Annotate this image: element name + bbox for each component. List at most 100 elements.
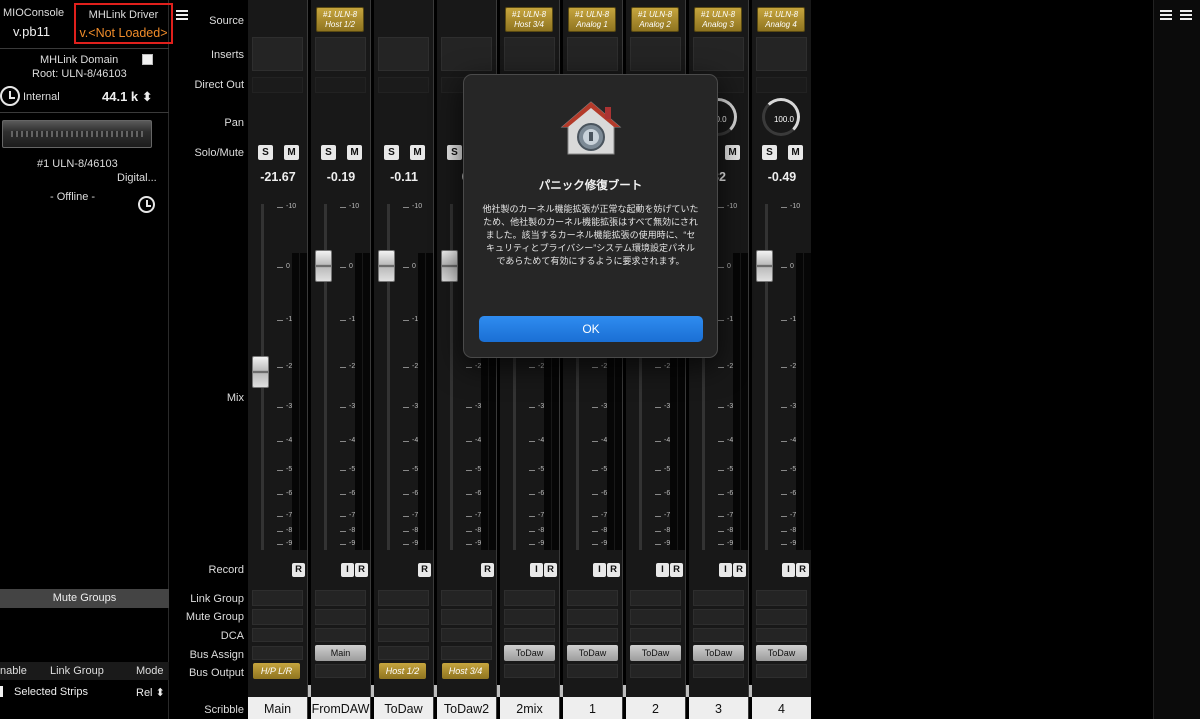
input-monitor-button[interactable]: I: [530, 563, 543, 577]
input-monitor-button[interactable]: I: [593, 563, 606, 577]
solo-button[interactable]: S: [258, 145, 273, 160]
record-button[interactable]: R: [607, 563, 620, 577]
fader-handle[interactable]: [315, 250, 332, 282]
scribble-strip[interactable]: 1: [563, 697, 622, 719]
inserts-slot[interactable]: [504, 37, 555, 71]
record-button[interactable]: R: [670, 563, 683, 577]
bus-output-slot[interactable]: [567, 664, 618, 678]
source-button[interactable]: #1 ULN-8 Host 3/4: [505, 7, 553, 32]
mute-group-slot[interactable]: [630, 609, 681, 625]
inserts-slot[interactable]: [693, 37, 744, 71]
selected-strips-checkbox[interactable]: [0, 686, 3, 697]
clock-source[interactable]: Internal: [23, 91, 60, 103]
bus-output-slot[interactable]: [693, 664, 744, 678]
source-button[interactable]: #1 ULN-8 Analog 2: [631, 7, 679, 32]
dca-slot[interactable]: [630, 628, 681, 642]
input-monitor-button[interactable]: I: [656, 563, 669, 577]
dca-slot[interactable]: [504, 628, 555, 642]
inserts-slot[interactable]: [630, 37, 681, 71]
device-digital[interactable]: Digital...: [117, 172, 157, 184]
fader-handle[interactable]: [252, 356, 269, 389]
solo-button[interactable]: S: [384, 145, 399, 160]
mute-groups-header[interactable]: Mute Groups: [0, 589, 169, 608]
direct-out-slot[interactable]: [315, 77, 366, 93]
bus-output-button[interactable]: Host 1/2: [379, 663, 426, 679]
input-monitor-button[interactable]: I: [719, 563, 732, 577]
ok-button[interactable]: OK: [479, 316, 703, 342]
mute-group-slot[interactable]: [315, 609, 366, 625]
bus-assign-slot[interactable]: [441, 646, 492, 660]
solo-button[interactable]: S: [447, 145, 462, 160]
inserts-slot[interactable]: [441, 37, 492, 71]
record-button[interactable]: R: [733, 563, 746, 577]
fader-handle[interactable]: [378, 250, 395, 282]
mute-group-slot[interactable]: [252, 609, 303, 625]
bus-assign-button[interactable]: Main: [315, 645, 366, 661]
record-button[interactable]: R: [481, 563, 494, 577]
mute-group-slot[interactable]: [441, 609, 492, 625]
input-monitor-button[interactable]: I: [341, 563, 354, 577]
dca-slot[interactable]: [693, 628, 744, 642]
bus-output-slot[interactable]: [630, 664, 681, 678]
bus-assign-button[interactable]: ToDaw: [504, 645, 555, 661]
menu-hamburger-icon[interactable]: [1160, 10, 1172, 20]
bus-assign-button[interactable]: ToDaw: [630, 645, 681, 661]
direct-out-slot[interactable]: [378, 77, 429, 93]
input-monitor-button[interactable]: I: [782, 563, 795, 577]
inserts-slot[interactable]: [756, 37, 807, 71]
solo-button[interactable]: S: [321, 145, 336, 160]
dca-slot[interactable]: [756, 628, 807, 642]
scribble-strip[interactable]: Main: [248, 697, 307, 719]
source-button[interactable]: #1 ULN-8 Analog 4: [757, 7, 805, 32]
dca-slot[interactable]: [378, 628, 429, 642]
bus-output-button[interactable]: Host 3/4: [442, 663, 489, 679]
mute-group-slot[interactable]: [693, 609, 744, 625]
source-button[interactable]: #1 ULN-8 Host 1/2: [316, 7, 364, 32]
dca-slot[interactable]: [252, 628, 303, 642]
clock-icon[interactable]: [0, 86, 20, 106]
direct-out-slot[interactable]: [252, 77, 303, 93]
mute-button[interactable]: M: [284, 145, 299, 160]
bus-assign-button[interactable]: ToDaw: [567, 645, 618, 661]
scribble-strip[interactable]: 2: [626, 697, 685, 719]
device-image[interactable]: [2, 120, 152, 148]
inserts-slot[interactable]: [567, 37, 618, 71]
link-group-slot[interactable]: [315, 590, 366, 606]
inserts-slot[interactable]: [252, 37, 303, 71]
dca-slot[interactable]: [315, 628, 366, 642]
pan-knob[interactable]: 100.0: [762, 98, 800, 136]
scribble-strip[interactable]: 3: [689, 697, 748, 719]
direct-out-slot[interactable]: [756, 77, 807, 93]
record-button[interactable]: R: [292, 563, 305, 577]
dca-slot[interactable]: [567, 628, 618, 642]
scribble-strip[interactable]: ToDaw2: [437, 697, 496, 719]
fader-handle[interactable]: [441, 250, 458, 282]
scribble-strip[interactable]: ToDaw: [374, 697, 433, 719]
mute-button[interactable]: M: [788, 145, 803, 160]
mute-button[interactable]: M: [410, 145, 425, 160]
mute-group-slot[interactable]: [567, 609, 618, 625]
bus-assign-slot[interactable]: [252, 646, 303, 660]
link-group-slot[interactable]: [378, 590, 429, 606]
link-group-slot[interactable]: [252, 590, 303, 606]
scribble-strip[interactable]: FromDAW: [311, 697, 370, 719]
menu-hamburger-icon[interactable]: [1180, 10, 1192, 20]
mute-button[interactable]: M: [725, 145, 740, 160]
bus-output-slot[interactable]: [756, 664, 807, 678]
mute-button[interactable]: M: [347, 145, 362, 160]
domain-checkbox[interactable]: [142, 54, 153, 65]
record-button[interactable]: R: [796, 563, 809, 577]
link-group-slot[interactable]: [630, 590, 681, 606]
mute-group-slot[interactable]: [378, 609, 429, 625]
dca-slot[interactable]: [441, 628, 492, 642]
record-button[interactable]: R: [355, 563, 368, 577]
device-clock-icon[interactable]: [138, 196, 155, 213]
bus-assign-slot[interactable]: [378, 646, 429, 660]
link-group-slot[interactable]: [567, 590, 618, 606]
link-group-slot[interactable]: [693, 590, 744, 606]
inserts-slot[interactable]: [378, 37, 429, 71]
solo-button[interactable]: S: [762, 145, 777, 160]
scribble-strip[interactable]: 4: [752, 697, 811, 719]
fader-handle[interactable]: [756, 250, 773, 282]
driver-status-box[interactable]: MHLink Driver v.<Not Loaded>: [74, 3, 173, 44]
